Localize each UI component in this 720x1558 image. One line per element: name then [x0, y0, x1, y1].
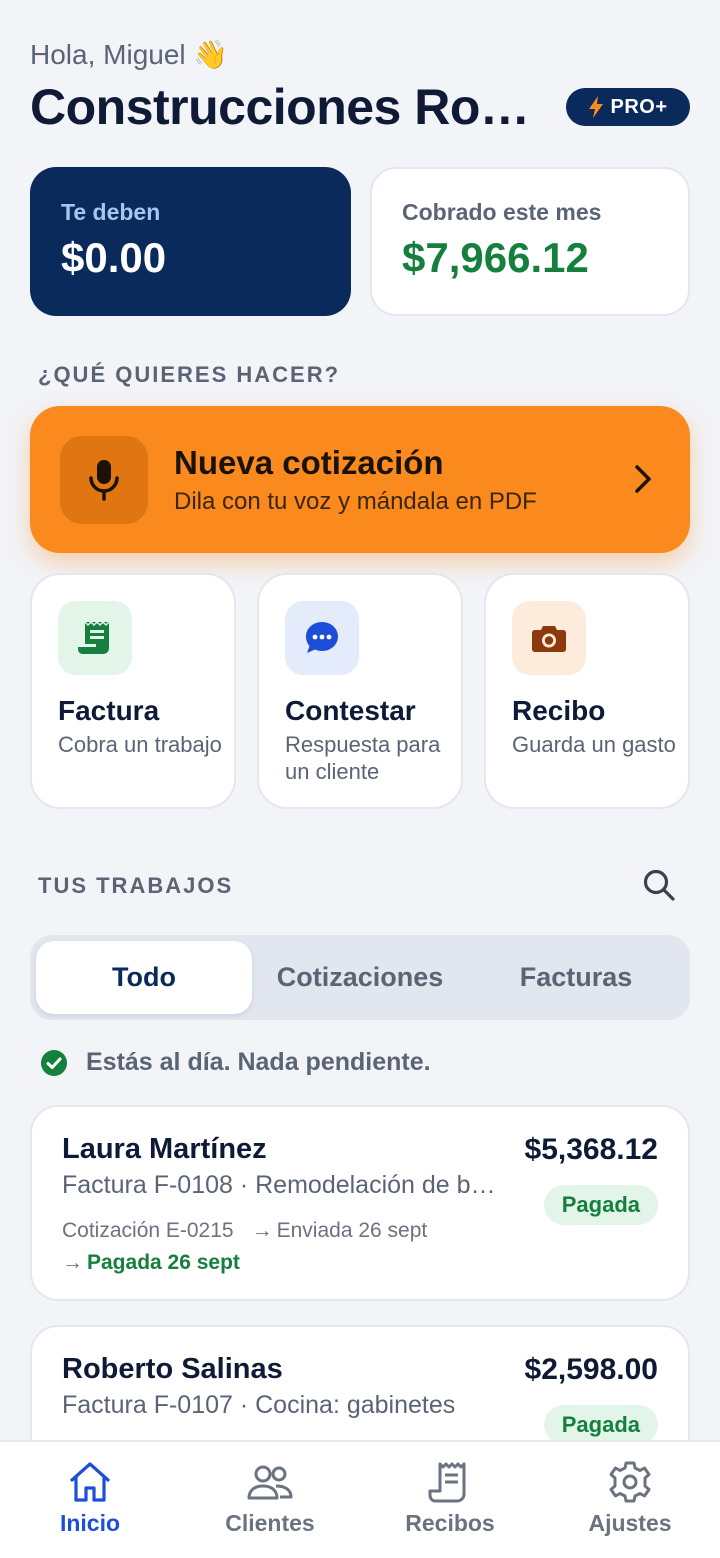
chevron-right-icon: [635, 465, 651, 493]
chat-bubble-icon: [285, 601, 359, 675]
reply-action-title: Contestar: [285, 695, 416, 726]
plan-badge-label: PRO+: [610, 95, 668, 118]
job-card[interactable]: Laura Martínez Factura F-0108 · Remodela…: [30, 1105, 690, 1301]
job-timeline: Cotización E-0215 → Enviada 26 sept → Pagad…: [62, 1215, 502, 1279]
nav-settings[interactable]: Ajustes: [540, 1460, 720, 1537]
status-badge: Pagada: [543, 1185, 658, 1225]
bottom-nav: Inicio Clientes Recibos Ajustes: [0, 1440, 720, 1558]
arrow-right-icon: →: [251, 1219, 273, 1242]
home-screen: Hola, Miguel 👋 Construcciones Ro… PRO+ T…: [0, 0, 720, 1558]
new-quote-button[interactable]: Nueva cotización Dila con tu voz y mánda…: [30, 406, 690, 553]
tab-all[interactable]: Todo: [36, 941, 252, 1014]
owed-value: $0.00: [61, 234, 167, 281]
new-quote-title: Nueva cotización: [174, 444, 444, 481]
nav-receipts-label: Recibos: [405, 1510, 495, 1536]
actions-section-title: ¿QUÉ QUIERES HACER?: [38, 362, 341, 387]
timeline-paid: Pagada 26 sept: [87, 1251, 240, 1274]
timeline-quote: Cotización E-0215: [62, 1219, 234, 1242]
invoice-action-card[interactable]: Factura Cobra un trabajo: [30, 573, 236, 809]
new-quote-subtitle: Dila con tu voz y mándala en PDF: [174, 488, 537, 515]
nav-receipts[interactable]: Recibos: [360, 1460, 540, 1537]
tab-quotes[interactable]: Cotizaciones: [252, 941, 468, 1014]
nav-clients-label: Clientes: [225, 1510, 315, 1536]
job-amount: $2,598.00: [524, 1353, 658, 1386]
owed-card[interactable]: Te deben $0.00: [30, 167, 351, 316]
nav-home[interactable]: Inicio: [0, 1460, 180, 1537]
job-summary: Factura F-0108 · Remodelación de baño: [62, 1171, 498, 1199]
home-icon: [70, 1462, 110, 1502]
reply-action-desc: Respuesta para un cliente: [285, 732, 441, 784]
tab-invoices[interactable]: Facturas: [468, 941, 684, 1014]
nav-settings-label: Ajustes: [588, 1510, 672, 1536]
users-icon: [247, 1465, 293, 1500]
status-message: Estás al día. Nada pendiente.: [40, 1048, 431, 1077]
plan-badge[interactable]: PRO+: [566, 88, 690, 126]
status-badge: Pagada: [543, 1405, 658, 1445]
search-icon[interactable]: [640, 866, 678, 904]
collected-label: Cobrado este mes: [402, 199, 602, 225]
check-circle-icon: [41, 1049, 67, 1076]
invoice-action-desc: Cobra un trabajo: [58, 732, 222, 757]
receipt-action-title: Recibo: [512, 695, 606, 726]
reply-action-card[interactable]: Contestar Respuesta para un cliente: [257, 573, 463, 809]
lightning-icon: [589, 96, 604, 118]
collected-card[interactable]: Cobrado este mes $7,966.12: [370, 167, 690, 316]
nav-clients[interactable]: Clientes: [180, 1460, 360, 1537]
job-client-name: Laura Martínez: [62, 1133, 267, 1165]
receipt-action-card[interactable]: Recibo Guarda un gasto: [484, 573, 690, 809]
camera-icon: [512, 601, 586, 675]
status-message-text: Estás al día. Nada pendiente.: [86, 1048, 431, 1076]
collected-value: $7,966.12: [402, 234, 589, 281]
invoice-action-title: Factura: [58, 695, 160, 726]
job-summary: Factura F-0107 · Cocina: gabinetes: [62, 1391, 456, 1419]
business-name: Construcciones Ro…: [30, 79, 530, 135]
owed-label: Te deben: [61, 199, 161, 225]
greeting-text: Hola, Miguel: [30, 39, 186, 70]
job-client-name: Roberto Salinas: [62, 1353, 283, 1385]
greeting: Hola, Miguel 👋: [30, 38, 228, 71]
receipt-icon: [428, 1462, 466, 1503]
timeline-sent: Enviada 26 sept: [276, 1219, 428, 1242]
receipt-icon: [58, 601, 132, 675]
job-amount: $5,368.12: [524, 1133, 658, 1166]
receipt-action-desc: Guarda un gasto: [512, 732, 676, 757]
jobs-section-title: TUS TRABAJOS: [38, 873, 234, 898]
gear-icon: [609, 1461, 651, 1503]
jobs-filter-tabs: Todo Cotizaciones Facturas: [30, 935, 690, 1020]
microphone-icon: [60, 436, 148, 524]
nav-home-label: Inicio: [59, 1510, 121, 1536]
arrow-right-icon: →: [62, 1251, 83, 1274]
wave-emoji: 👋: [193, 39, 229, 70]
